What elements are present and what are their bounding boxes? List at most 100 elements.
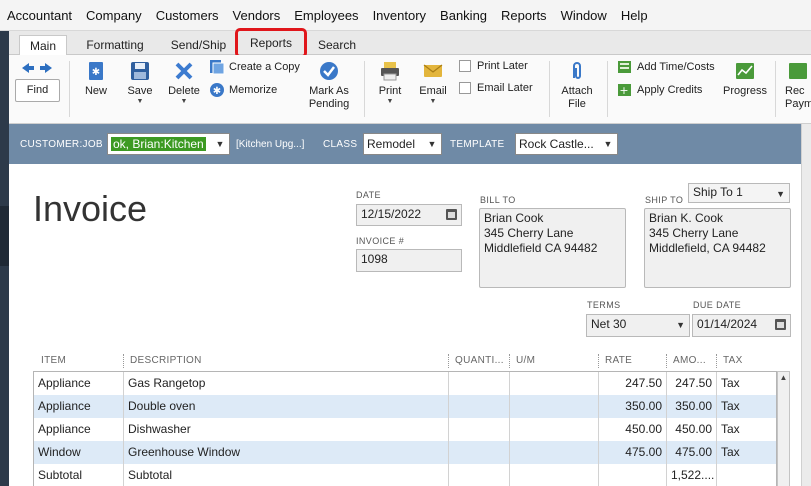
progress-button[interactable]: Progress <box>721 60 769 98</box>
cell-item[interactable]: Appliance <box>34 372 124 395</box>
cell-um[interactable] <box>510 418 599 441</box>
chevron-down-icon[interactable]: ▼ <box>423 134 441 154</box>
menu-vendors[interactable]: Vendors <box>233 8 281 23</box>
scroll-up-icon[interactable]: ▲ <box>778 372 789 384</box>
column-header-rate[interactable]: RATE <box>605 355 632 366</box>
column-divider[interactable] <box>509 354 510 368</box>
table-row[interactable]: Appliance Dishwasher 450.00 450.00 Tax <box>34 418 776 441</box>
receive-payment-button[interactable]: Rec Paym <box>785 60 811 111</box>
cell-rate[interactable] <box>599 464 667 486</box>
template-select[interactable]: Rock Castle... ▼ <box>515 133 618 155</box>
cell-amount[interactable]: 1,522.... <box>667 464 717 486</box>
cell-um[interactable] <box>510 441 599 464</box>
column-header-um[interactable]: U/M <box>516 355 535 366</box>
table-row[interactable]: Subtotal Subtotal 1,522.... <box>34 464 776 486</box>
cell-description[interactable]: Subtotal <box>124 464 449 486</box>
cell-description[interactable]: Dishwasher <box>124 418 449 441</box>
table-row[interactable]: Appliance Double oven 350.00 350.00 Tax <box>34 395 776 418</box>
chevron-down-icon[interactable]: ▼ <box>211 134 229 154</box>
apply-credits-button[interactable]: + Apply Credits <box>617 82 702 98</box>
cell-tax[interactable]: Tax <box>717 441 778 464</box>
invoice-number-field[interactable]: 1098 <box>356 249 462 272</box>
cell-quantity[interactable] <box>449 464 510 486</box>
tab-formatting[interactable]: Formatting <box>75 35 155 56</box>
tab-main[interactable]: Main <box>19 35 67 56</box>
cell-quantity[interactable] <box>449 418 510 441</box>
mark-as-pending-button[interactable]: Mark As Pending <box>305 60 353 111</box>
date-field[interactable]: 12/15/2022 <box>356 204 462 226</box>
line-items-scrollbar[interactable]: ▲ <box>777 371 790 486</box>
email-dropdown-icon[interactable]: ▼ <box>415 98 451 106</box>
print-dropdown-icon[interactable]: ▼ <box>373 98 407 106</box>
cell-quantity[interactable] <box>449 395 510 418</box>
column-divider[interactable] <box>666 354 667 368</box>
cell-amount[interactable]: 475.00 <box>667 441 717 464</box>
save-button[interactable]: Save ▼ <box>123 60 157 106</box>
tab-search[interactable]: Search <box>309 35 365 56</box>
email-later-checkbox[interactable]: Email Later <box>459 82 533 94</box>
terms-select[interactable]: Net 30 ▼ <box>586 314 690 337</box>
add-time-costs-button[interactable]: Add Time/Costs <box>617 59 715 75</box>
class-select[interactable]: Remodel ▼ <box>363 133 442 155</box>
cell-rate[interactable]: 475.00 <box>599 441 667 464</box>
cell-um[interactable] <box>510 372 599 395</box>
cell-item[interactable]: Appliance <box>34 418 124 441</box>
new-button[interactable]: ✱ New <box>79 60 113 98</box>
cell-um[interactable] <box>510 395 599 418</box>
cell-description[interactable]: Gas Rangetop <box>124 372 449 395</box>
ship-to-select[interactable]: Ship To 1 ▼ <box>688 183 790 203</box>
menu-window[interactable]: Window <box>561 8 607 23</box>
chevron-down-icon[interactable]: ▼ <box>776 184 785 204</box>
customer-job-select[interactable]: ok, Brian:Kitchen ▼ <box>107 133 230 155</box>
menu-customers[interactable]: Customers <box>156 8 219 23</box>
menu-help[interactable]: Help <box>621 8 648 23</box>
email-later-check-icon[interactable] <box>459 82 471 94</box>
table-row[interactable]: Appliance Gas Rangetop 247.50 247.50 Tax <box>34 372 776 395</box>
chevron-down-icon[interactable]: ▼ <box>676 315 685 335</box>
cell-rate[interactable]: 350.00 <box>599 395 667 418</box>
calendar-icon[interactable] <box>775 319 786 330</box>
menu-company[interactable]: Company <box>86 8 142 23</box>
ship-to-field[interactable]: Brian K. Cook 345 Cherry Lane Middlefiel… <box>644 208 791 288</box>
save-dropdown-icon[interactable]: ▼ <box>123 98 157 106</box>
column-header-item[interactable]: ITEM <box>41 355 66 366</box>
menu-accountant[interactable]: Accountant <box>7 8 72 23</box>
cell-tax[interactable] <box>717 464 778 486</box>
memorize-button[interactable]: ✱ Memorize <box>209 82 277 98</box>
delete-button[interactable]: Delete ▼ <box>165 60 203 106</box>
cell-um[interactable] <box>510 464 599 486</box>
table-row[interactable]: Window Greenhouse Window 475.00 475.00 T… <box>34 441 776 464</box>
cell-quantity[interactable] <box>449 441 510 464</box>
cell-description[interactable]: Greenhouse Window <box>124 441 449 464</box>
column-divider[interactable] <box>123 354 124 368</box>
menu-banking[interactable]: Banking <box>440 8 487 23</box>
create-copy-button[interactable]: Create a Copy <box>209 59 300 75</box>
tab-send-ship[interactable]: Send/Ship <box>161 35 236 56</box>
cell-amount[interactable]: 450.00 <box>667 418 717 441</box>
column-divider[interactable] <box>598 354 599 368</box>
column-divider[interactable] <box>716 354 717 368</box>
menu-inventory[interactable]: Inventory <box>373 8 426 23</box>
print-later-check-icon[interactable] <box>459 60 471 72</box>
cell-tax[interactable]: Tax <box>717 418 778 441</box>
print-button[interactable]: Print ▼ <box>373 60 407 106</box>
delete-dropdown-icon[interactable]: ▼ <box>165 98 203 106</box>
cell-item[interactable]: Appliance <box>34 395 124 418</box>
cell-quantity[interactable] <box>449 372 510 395</box>
calendar-icon[interactable] <box>446 209 457 220</box>
cell-rate[interactable]: 247.50 <box>599 372 667 395</box>
form-scrollbar[interactable] <box>801 124 811 486</box>
cell-tax[interactable]: Tax <box>717 395 778 418</box>
attach-file-button[interactable]: Attach File <box>557 60 597 111</box>
menu-employees[interactable]: Employees <box>294 8 358 23</box>
column-header-description[interactable]: DESCRIPTION <box>130 355 202 366</box>
cell-rate[interactable]: 450.00 <box>599 418 667 441</box>
column-header-tax[interactable]: TAX <box>723 355 743 366</box>
cell-description[interactable]: Double oven <box>124 395 449 418</box>
due-date-field[interactable]: 01/14/2024 <box>692 314 791 337</box>
chevron-down-icon[interactable]: ▼ <box>599 134 617 154</box>
print-later-checkbox[interactable]: Print Later <box>459 60 528 72</box>
tab-reports[interactable]: Reports <box>235 28 307 58</box>
bill-to-field[interactable]: Brian Cook 345 Cherry Lane Middlefield C… <box>479 208 626 288</box>
cell-amount[interactable]: 350.00 <box>667 395 717 418</box>
